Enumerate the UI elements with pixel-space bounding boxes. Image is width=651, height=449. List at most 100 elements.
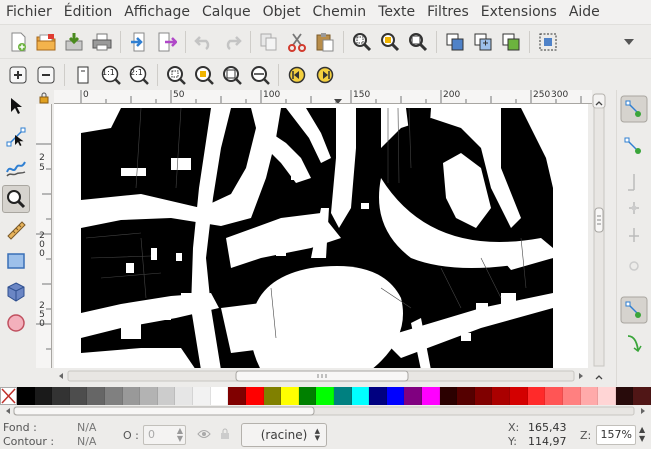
selector-tool-icon[interactable] — [2, 92, 30, 120]
node-tool-icon[interactable] — [2, 123, 30, 151]
tweak-tool-icon[interactable] — [2, 154, 30, 182]
color-swatch[interactable] — [615, 387, 634, 405]
layer-visibility-icon[interactable] — [197, 428, 211, 443]
scroll-top-chevron-icon[interactable] — [594, 96, 604, 110]
layer-dropdown[interactable]: (racine) ▲ ▼ — [241, 423, 327, 447]
menu-affichage[interactable]: Affichage — [118, 0, 196, 24]
stroke-value[interactable]: N/A — [77, 435, 96, 448]
color-swatch[interactable] — [457, 387, 475, 405]
opacity-spinbox[interactable]: 0 ▲ ▼ — [143, 425, 186, 445]
menu-aide[interactable]: Aide — [563, 0, 606, 24]
zoom-stepper-icon[interactable]: ▲ ▼ — [639, 425, 645, 443]
color-swatch[interactable] — [228, 387, 246, 405]
no-paint-swatch[interactable] — [0, 387, 17, 405]
color-swatch[interactable] — [52, 387, 70, 405]
color-swatch[interactable] — [386, 387, 405, 405]
scroll-corner-icon[interactable] — [594, 371, 604, 385]
paste-icon[interactable] — [313, 30, 337, 54]
undo-icon[interactable] — [192, 30, 216, 54]
menu-fichier[interactable]: Fichier — [0, 0, 58, 24]
color-swatch[interactable] — [562, 387, 581, 405]
color-swatch[interactable] — [510, 387, 528, 405]
color-swatch[interactable] — [105, 387, 123, 405]
opacity-down-icon[interactable]: ▼ — [177, 435, 183, 443]
import-icon[interactable] — [127, 30, 151, 54]
vertical-ruler[interactable]: 2 5 2 0 0 2 5 0 — [36, 104, 52, 368]
group-icon[interactable] — [536, 30, 560, 54]
zoom-page-icon[interactable] — [71, 63, 95, 87]
color-swatch[interactable] — [122, 387, 141, 405]
palette-scrollbar[interactable] — [0, 405, 651, 417]
3d-box-tool-icon[interactable] — [2, 278, 30, 306]
zoom-1-2-icon[interactable]: 2:1 — [127, 63, 151, 87]
color-swatch[interactable] — [369, 387, 387, 405]
save-icon[interactable] — [62, 30, 86, 54]
fill-value[interactable]: N/A — [77, 421, 96, 434]
opacity-value[interactable]: 0 — [148, 428, 155, 441]
snap-guide-icon[interactable] — [621, 170, 647, 196]
clone-icon[interactable] — [471, 30, 495, 54]
color-swatch[interactable] — [351, 387, 370, 405]
cut-icon[interactable] — [285, 30, 309, 54]
snap-toggle-icon[interactable] — [621, 96, 647, 122]
color-swatch[interactable] — [333, 387, 352, 405]
measure-tool-icon[interactable] — [2, 216, 30, 244]
color-swatch[interactable] — [598, 387, 616, 405]
menu-texte[interactable]: Texte — [372, 0, 421, 24]
color-swatch[interactable] — [527, 387, 546, 405]
horizontal-scrollbar[interactable] — [54, 369, 588, 383]
color-swatch[interactable] — [17, 387, 35, 405]
snap-path-icon[interactable] — [621, 330, 647, 356]
copy-icon[interactable] — [257, 30, 281, 54]
color-swatch[interactable] — [633, 387, 651, 405]
zoom-page-width-icon[interactable] — [248, 63, 272, 87]
snap-nodes-icon[interactable] — [621, 134, 647, 160]
layer-lock-icon[interactable] — [219, 427, 231, 443]
zoom-selection-icon[interactable] — [350, 30, 374, 54]
color-swatch[interactable] — [193, 387, 211, 405]
zoom-field[interactable]: 157% — [596, 425, 636, 445]
zoom-selection-icon[interactable] — [164, 63, 188, 87]
menu-extensions[interactable]: Extensions — [475, 0, 563, 24]
zoom-value[interactable]: 157% — [601, 428, 632, 441]
unlink-clone-icon[interactable] — [499, 30, 523, 54]
snap-midpoint-icon[interactable] — [621, 226, 647, 252]
color-swatch[interactable] — [404, 387, 423, 405]
zoom-drawing-icon[interactable] — [378, 30, 402, 54]
ellipse-tool-icon[interactable] — [2, 309, 30, 337]
color-swatch[interactable] — [69, 387, 88, 405]
color-swatch[interactable] — [422, 387, 440, 405]
color-swatch[interactable] — [175, 387, 194, 405]
redo-icon[interactable] — [220, 30, 244, 54]
zoom-page-full-icon[interactable] — [220, 63, 244, 87]
color-swatch[interactable] — [316, 387, 334, 405]
snap-bbox-icon[interactable] — [621, 297, 647, 323]
print-icon[interactable] — [90, 30, 114, 54]
menu-edition[interactable]: Édition — [58, 0, 118, 24]
horizontal-ruler[interactable]: 0 50 100 150 200 250 — [54, 90, 592, 104]
zoom-out-icon[interactable] — [34, 63, 58, 87]
color-swatch[interactable] — [245, 387, 264, 405]
drawing-canvas[interactable] — [54, 104, 588, 368]
color-swatch[interactable] — [210, 387, 229, 405]
city-map-drawing[interactable] — [81, 108, 553, 368]
zoom-page-icon[interactable] — [406, 30, 430, 54]
duplicate-icon[interactable] — [443, 30, 467, 54]
snap-center-icon[interactable] — [621, 198, 647, 224]
vertical-scrollbar[interactable] — [592, 90, 606, 370]
color-swatch[interactable] — [34, 387, 53, 405]
menu-calque[interactable]: Calque — [196, 0, 257, 24]
color-swatch[interactable] — [87, 387, 106, 405]
color-swatch[interactable] — [298, 387, 317, 405]
color-swatch[interactable] — [263, 387, 282, 405]
zoom-tool-icon[interactable] — [2, 185, 30, 213]
color-swatch[interactable] — [474, 387, 493, 405]
color-swatch[interactable] — [140, 387, 158, 405]
menu-objet[interactable]: Objet — [257, 0, 307, 24]
color-swatch[interactable] — [281, 387, 299, 405]
new-document-icon[interactable] — [6, 30, 30, 54]
color-swatch[interactable] — [492, 387, 511, 405]
export-icon[interactable] — [155, 30, 179, 54]
zoom-drawing-icon[interactable] — [192, 63, 216, 87]
open-icon[interactable] — [34, 30, 58, 54]
